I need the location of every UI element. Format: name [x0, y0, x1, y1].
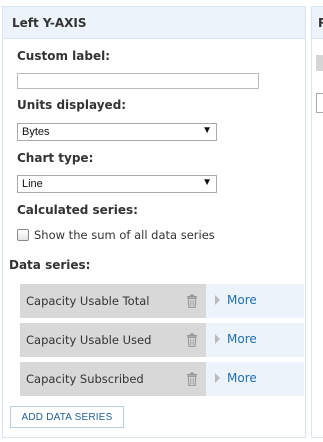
trash-icon[interactable] — [186, 333, 198, 347]
caret-right-icon[interactable] — [215, 295, 220, 305]
data-series-item: Capacity Usable Total More — [20, 284, 304, 318]
custom-label-label: Custom label: — [17, 49, 111, 63]
series-name-box[interactable]: Capacity Usable Used — [20, 323, 206, 357]
data-series-item: Capacity Usable Used More — [20, 323, 304, 357]
more-link[interactable]: More — [227, 293, 257, 307]
series-name: Capacity Usable Used — [26, 333, 152, 347]
trash-icon[interactable] — [186, 372, 198, 386]
caret-right-icon[interactable] — [215, 334, 220, 344]
units-select[interactable]: Bytes ▼ — [17, 123, 217, 141]
chart-type-selected-value: Line — [22, 178, 43, 190]
chart-type-label: Chart type: — [17, 151, 94, 165]
chart-type-select[interactable]: Line ▼ — [17, 175, 217, 193]
right-axis-input[interactable] — [316, 93, 323, 113]
right-y-axis-panel: R — [311, 6, 323, 438]
units-displayed-label: Units displayed: — [17, 98, 127, 112]
more-link[interactable]: More — [227, 371, 257, 385]
sum-series-checkbox-row[interactable]: Show the sum of all data series — [17, 228, 215, 242]
calculated-series-label: Calculated series: — [17, 203, 138, 217]
units-selected-value: Bytes — [22, 126, 50, 138]
add-data-series-button[interactable]: ADD DATA SERIES — [10, 406, 124, 428]
left-y-axis-title: Left Y-AXIS — [3, 7, 305, 39]
custom-label-input[interactable] — [17, 73, 259, 89]
series-name-box[interactable]: Capacity Subscribed — [20, 362, 206, 396]
sum-series-checkbox[interactable] — [17, 229, 29, 241]
sum-series-checkbox-label: Show the sum of all data series — [34, 228, 215, 242]
trash-icon[interactable] — [186, 294, 198, 308]
series-name-box[interactable]: Capacity Usable Total — [20, 284, 206, 318]
data-series-label: Data series: — [9, 258, 91, 272]
dropdown-arrow-icon: ▼ — [202, 177, 212, 188]
more-link[interactable]: More — [227, 332, 257, 346]
right-axis-placeholder — [316, 55, 323, 71]
right-y-axis-title: R — [312, 7, 323, 39]
series-name: Capacity Usable Total — [26, 294, 150, 308]
caret-right-icon[interactable] — [215, 373, 220, 383]
dropdown-arrow-icon: ▼ — [202, 125, 212, 136]
data-series-item: Capacity Subscribed More — [20, 362, 304, 396]
series-name: Capacity Subscribed — [26, 372, 144, 386]
